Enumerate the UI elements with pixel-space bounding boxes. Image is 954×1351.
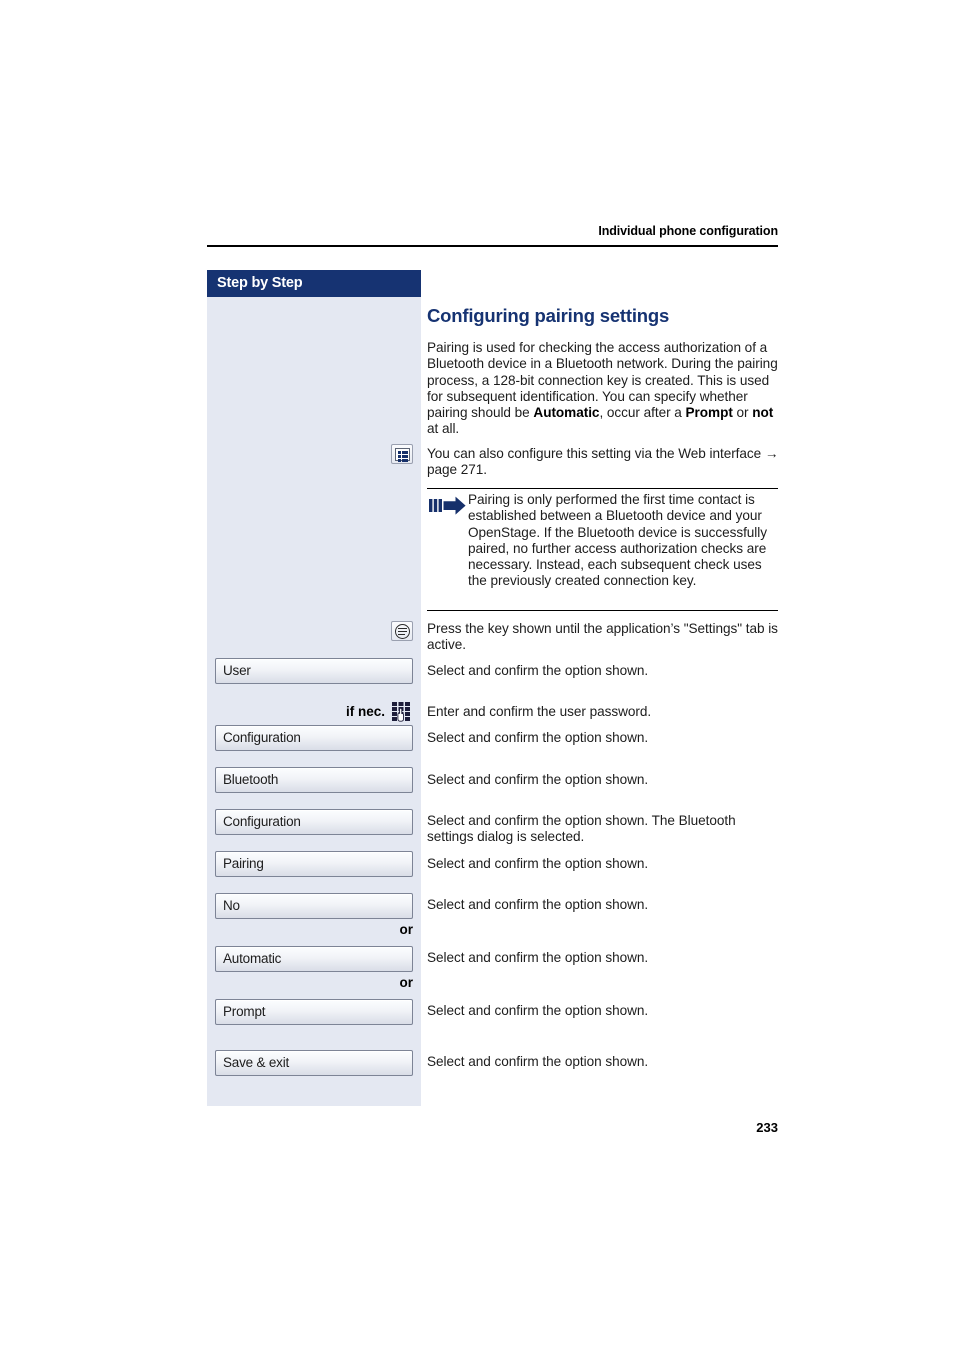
if-necessary-label: if nec. (345, 704, 385, 719)
or-separator-1: or (399, 922, 414, 937)
softkey-prompt[interactable]: Prompt (215, 999, 413, 1025)
instruction-automatic: Select and confirm the option shown. (427, 950, 649, 965)
softkey-pairing-label: Pairing (223, 856, 264, 871)
instruction-configuration-2: Select and confirm the option shown. The… (427, 813, 736, 845)
note-box-top-rule (427, 488, 778, 489)
softkey-automatic-label: Automatic (223, 951, 282, 966)
softkey-no[interactable]: No (215, 893, 413, 919)
header-divider (207, 245, 778, 247)
sidebar-header-bar: Step by Step (207, 270, 421, 297)
sidebar-title: Step by Step (217, 275, 303, 291)
document-page: Individual phone configuration Step by S… (0, 0, 954, 1351)
softkey-user-label: User (223, 663, 251, 678)
page-title: Configuring pairing settings (427, 305, 670, 326)
softkey-no-label: No (223, 898, 240, 913)
if-necessary-row: if nec. (215, 700, 413, 724)
web-interface-icon (391, 444, 413, 466)
softkey-configuration-2[interactable]: Configuration (215, 809, 413, 835)
running-header: Individual phone configuration (598, 224, 778, 238)
softkey-configuration-2-label: Configuration (223, 814, 301, 829)
keypad-icon (391, 701, 413, 723)
or-separator-2: or (399, 975, 414, 990)
intro-bold-not: not (752, 405, 774, 421)
softkey-configuration-1[interactable]: Configuration (215, 725, 413, 751)
instruction-bluetooth: Select and confirm the option shown. (427, 772, 649, 787)
note-box-bottom-rule (427, 610, 778, 611)
softkey-save-and-exit-label: Save & exit (223, 1055, 290, 1070)
instruction-press-key: Press the key shown until the applicatio… (427, 621, 778, 653)
intro-text-2: , occur after a (599, 405, 686, 421)
softkey-prompt-label: Prompt (223, 1004, 266, 1019)
menu-key-icon (391, 621, 413, 643)
instruction-pairing: Select and confirm the option shown. (427, 856, 649, 871)
instruction-no: Select and confirm the option shown. (427, 897, 649, 912)
softkey-bluetooth-label: Bluetooth (223, 772, 279, 787)
intro-paragraph: Pairing is used for checking the access … (427, 340, 779, 438)
instruction-save-and-exit: Select and confirm the option shown. (427, 1054, 649, 1069)
step-by-step-sidebar: Step by Step User if nec. Configuration … (207, 270, 421, 1106)
web-interface-note: You can also configure this setting via … (427, 446, 779, 478)
softkey-bluetooth[interactable]: Bluetooth (215, 767, 413, 793)
intro-text-4: at all. (427, 421, 460, 437)
note-arrow-icon (429, 495, 467, 517)
intro-text-3: or (732, 405, 753, 421)
instruction-configuration-1: Select and confirm the option shown. (427, 730, 649, 745)
softkey-save-and-exit[interactable]: Save & exit (215, 1050, 413, 1076)
intro-bold-automatic: Automatic (533, 405, 600, 421)
note-box-text: Pairing is only performed the first time… (468, 492, 767, 589)
softkey-user[interactable]: User (215, 658, 413, 684)
softkey-automatic[interactable]: Automatic (215, 946, 413, 972)
softkey-pairing[interactable]: Pairing (215, 851, 413, 877)
page-number: 233 (756, 1120, 778, 1135)
instruction-prompt: Select and confirm the option shown. (427, 1003, 649, 1018)
intro-bold-prompt: Prompt (685, 405, 733, 421)
instruction-user: Select and confirm the option shown. (427, 663, 649, 678)
instruction-password: Enter and confirm the user password. (427, 704, 652, 719)
softkey-configuration-1-label: Configuration (223, 730, 301, 745)
